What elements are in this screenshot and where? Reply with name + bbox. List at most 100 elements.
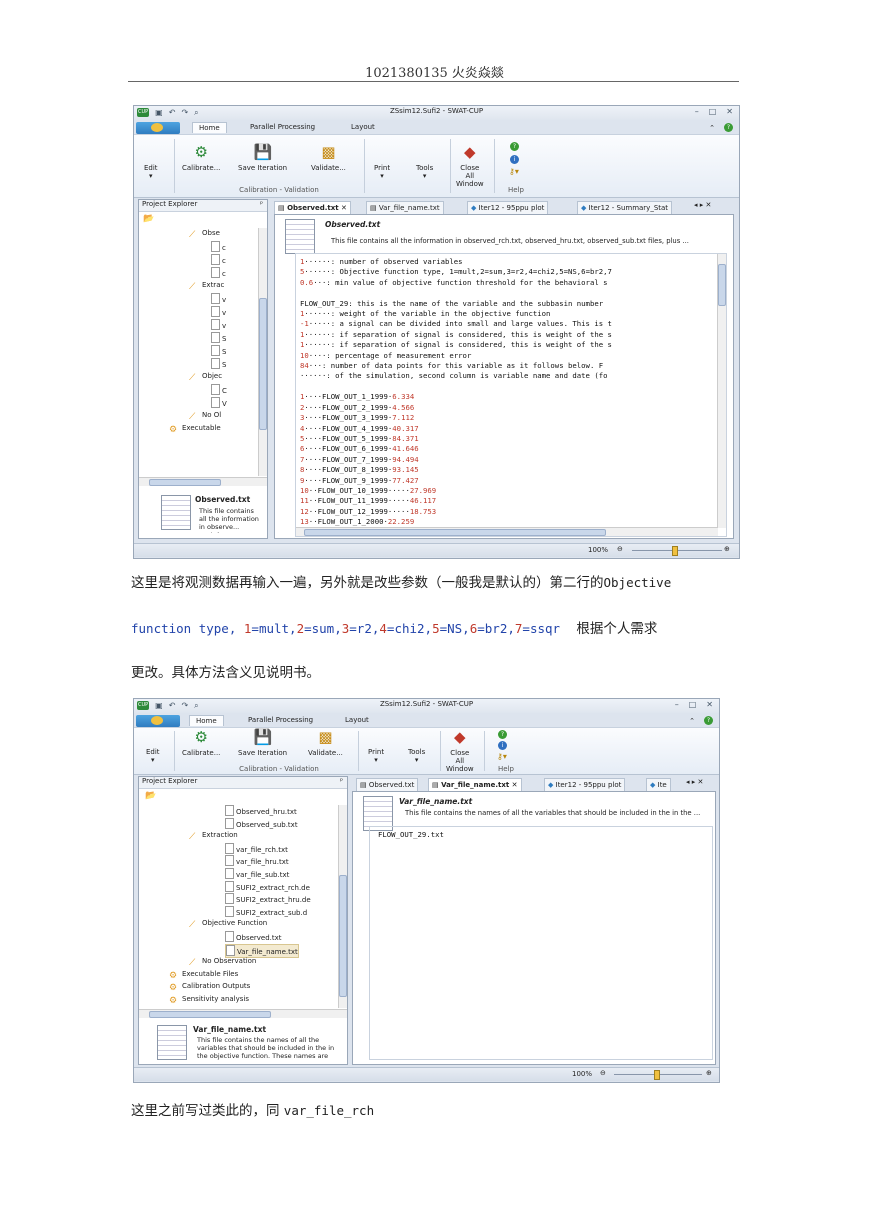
tools-button[interactable]: Tools ▾ [408,748,425,764]
tree-item[interactable]: ⚙ Executable Files [169,969,238,981]
tab-layout[interactable]: Layout [339,715,375,725]
tree-item[interactable]: var_file_hru.txt [225,855,289,867]
collapse-ribbon-icon[interactable]: ⌃ [689,717,695,725]
scroll-thumb[interactable] [718,264,726,306]
key-icon[interactable]: ⚷▾ [497,752,507,761]
save-iteration-button[interactable]: 💾 Save Iteration [238,143,287,172]
doc-tab-observed[interactable]: ▤ Observed.txt ✕ [274,201,351,215]
doc-tab-95ppu-plot[interactable]: ◆ Iter12 - 95ppu plot [544,778,626,792]
tree-item[interactable]: ⚙ Executable [169,423,221,435]
tree-vertical-scrollbar[interactable] [338,805,347,1008]
help-icon[interactable]: ? [724,123,733,132]
tree-item[interactable]: var_file_sub.txt [225,868,289,880]
tree-horizontal-scrollbar[interactable] [139,1009,347,1018]
close-all-window-button[interactable]: ◆ Close All Window [456,143,484,188]
zoom-out-icon[interactable]: ⊖ [617,545,623,553]
calibrate-button[interactable]: ⚙ Calibrate... [182,143,220,172]
tree-item[interactable]: ⟋ Objective Function [189,918,267,930]
tree-item[interactable]: v [211,306,226,318]
zoom-out-icon[interactable]: ⊖ [600,1069,606,1077]
tree-item[interactable]: c [211,267,226,279]
scroll-thumb[interactable] [304,529,606,536]
application-menu-button[interactable] [136,715,180,727]
key-icon[interactable]: ⚷▾ [509,167,519,176]
doc-tab-var-file-name[interactable]: ▤ Var_file_name.txt [366,201,444,215]
tab-scroll-controls[interactable]: ◂ ▸ ✕ [686,778,703,786]
tree-item[interactable]: ⟋ No Ol [189,410,221,422]
zoom-slider-thumb[interactable] [672,546,678,556]
close-icon[interactable]: ✕ [706,700,713,709]
print-button[interactable]: Print ▾ [368,748,384,764]
tree-item[interactable]: v [211,293,226,305]
tree-horizontal-scrollbar[interactable] [139,477,267,486]
tree-vertical-scrollbar[interactable] [258,228,267,476]
tree-item[interactable]: SUFI2_extract_sub.d [225,905,307,918]
tree-item[interactable]: S [211,345,226,357]
tab-home[interactable]: Home [189,715,224,726]
zoom-in-icon[interactable]: ⊕ [724,545,730,553]
info-icon[interactable]: i [510,155,519,164]
help-icon[interactable]: ? [498,730,507,739]
scroll-thumb[interactable] [259,298,267,430]
doc-tab-observed[interactable]: ▤ Observed.txt [356,778,419,792]
editor-content[interactable]: 1······: number of observed variables 5··… [300,257,612,528]
tab-home[interactable]: Home [192,122,227,133]
editor-content[interactable]: FLOW_OUT_29.txt [378,830,444,840]
tree-item[interactable]: ⟋ Extraction [189,830,238,842]
editor-horizontal-scrollbar[interactable] [296,527,718,536]
tree-item[interactable]: Observed.txt [225,931,282,943]
tree-item[interactable]: SUFI2_extract_hru.de [225,893,311,905]
tree-item[interactable]: ⟋ Obse [189,228,220,240]
open-folder-icon[interactable]: 📂 [143,214,154,224]
tree-item[interactable]: Observed_hru.txt [225,805,297,817]
zoom-in-icon[interactable]: ⊕ [706,1069,712,1077]
tree-item[interactable]: S [211,358,226,370]
maximize-icon[interactable]: □ [689,700,697,709]
scroll-thumb[interactable] [339,875,347,997]
tree-item[interactable]: S [211,332,226,344]
tab-parallel-processing[interactable]: Parallel Processing [244,122,321,132]
help-icon[interactable]: ? [704,716,713,725]
tab-layout[interactable]: Layout [345,122,381,132]
scroll-thumb[interactable] [149,1011,271,1018]
minimize-icon[interactable]: – [695,107,699,116]
validate-button[interactable]: ▩ Validate... [311,143,346,172]
tab-scroll-controls[interactable]: ◂ ▸ ✕ [694,201,711,209]
tree-item[interactable]: ⚙ Sensitivity analysis [169,994,249,1006]
tree-item[interactable]: ⟋ No Observation [189,956,256,968]
doc-tab-95ppu-plot[interactable]: ◆ Iter12 - 95ppu plot [467,201,549,215]
editor-vertical-scrollbar[interactable] [717,254,726,528]
doc-tab-summary-stat[interactable]: ◆ Iter12 - Summary_Stat [577,201,673,215]
doc-tab-var-file-name[interactable]: ▤ Var_file_name.txt ✕ [428,778,522,792]
doc-tab-summary-stat[interactable]: ◆ Ite [646,778,671,792]
validate-button[interactable]: ▩ Validate... [308,728,343,757]
calibrate-button[interactable]: ⚙ Calibrate... [182,728,220,757]
tree-item[interactable]: c [211,254,226,266]
maximize-icon[interactable]: □ [709,107,717,116]
tree-item[interactable]: ⟋ Extrac [189,280,224,292]
tree-item[interactable]: c [211,241,226,253]
tree-item[interactable]: V [211,397,227,409]
tab-parallel-processing[interactable]: Parallel Processing [242,715,319,725]
tree-item[interactable]: SUFI2_extract_rch.de [225,880,310,893]
application-menu-button[interactable] [136,122,180,134]
tree-item[interactable]: var_file_rch.txt [225,842,288,855]
close-icon[interactable]: ✕ [726,107,733,116]
tree-item[interactable]: ⚙ Calibration Outputs [169,981,250,993]
info-icon[interactable]: i [498,741,507,750]
print-button[interactable]: Print ▾ [374,164,390,180]
pin-icon[interactable]: ᵖ [340,777,343,785]
save-iteration-button[interactable]: 💾 Save Iteration [238,728,287,757]
text-editor[interactable]: 1······: number of observed variables 5··… [295,253,727,537]
tree-item[interactable]: ⟋ Objec [189,371,222,383]
pin-icon[interactable]: ᵖ [260,200,263,208]
help-icon[interactable]: ? [510,142,519,151]
scroll-thumb[interactable] [149,479,221,486]
edit-button[interactable]: Edit ▾ [144,164,158,180]
text-editor[interactable]: FLOW_OUT_29.txt [369,826,713,1060]
tree-item[interactable]: v [211,319,226,331]
minimize-icon[interactable]: – [675,700,679,709]
open-folder-icon[interactable]: 📂 [145,791,156,801]
zoom-slider-thumb[interactable] [654,1070,660,1080]
collapse-ribbon-icon[interactable]: ⌃ [709,124,715,132]
